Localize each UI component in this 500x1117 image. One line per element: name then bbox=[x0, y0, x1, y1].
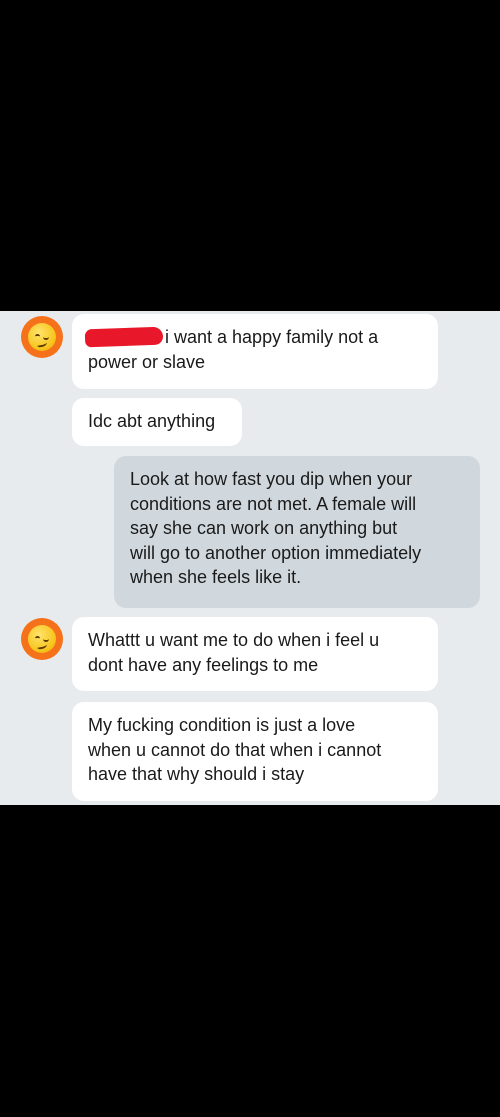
message-line: Whattt u want me to do when i feel u bbox=[88, 630, 380, 650]
chat-area[interactable]: i want a happy family not a power or sla… bbox=[0, 311, 500, 805]
emoji-smirk-icon bbox=[28, 323, 56, 351]
emoji-smirk-icon bbox=[28, 625, 56, 653]
message-line: Idc abt anything bbox=[88, 411, 216, 431]
message-line: when u cannot do that when i cannot bbox=[88, 739, 382, 760]
incoming-message-4[interactable]: My fucking condition is just a love when… bbox=[72, 702, 438, 801]
message-line: Look at how fast you dip when your bbox=[130, 469, 413, 489]
redacted-name bbox=[84, 326, 164, 348]
incoming-message-1[interactable]: i want a happy family not a power or sla… bbox=[72, 314, 438, 389]
message-line: My fucking condition is just a love bbox=[88, 715, 356, 735]
incoming-message-3[interactable]: Whattt u want me to do when i feel u don… bbox=[72, 617, 438, 691]
message-line: power or slave bbox=[88, 351, 206, 372]
message-line: say she can work on anything but bbox=[130, 518, 398, 538]
contact-avatar[interactable] bbox=[21, 316, 63, 358]
message-line: dont have any feelings to me bbox=[88, 654, 319, 675]
message-line: conditions are not met. A female will bbox=[130, 493, 417, 514]
message-line: i want a happy family not a bbox=[165, 327, 379, 347]
message-line: will go to another option immediately bbox=[130, 542, 422, 563]
contact-avatar[interactable] bbox=[21, 618, 63, 660]
incoming-message-2[interactable]: Idc abt anything bbox=[72, 398, 242, 446]
message-line: have that why should i stay bbox=[88, 764, 305, 784]
outgoing-message-1[interactable]: Look at how fast you dip when your condi… bbox=[114, 456, 480, 608]
message-line: when she feels like it. bbox=[130, 567, 302, 587]
